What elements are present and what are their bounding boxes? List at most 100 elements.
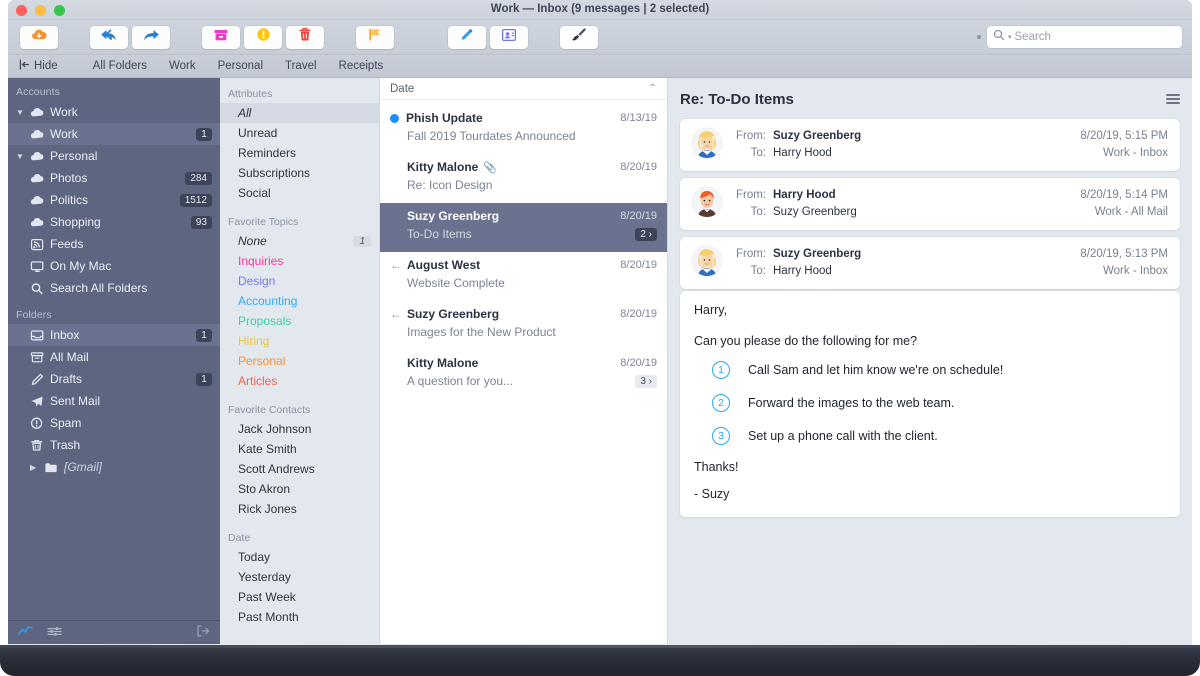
main-toolbar: ▾ Search bbox=[8, 20, 1192, 55]
sidebar-item-label: Work bbox=[50, 105, 220, 119]
junk-button[interactable] bbox=[244, 26, 282, 49]
sidebar-item-label: Sent Mail bbox=[50, 394, 220, 408]
topic-inquiries[interactable]: Inquiries bbox=[220, 251, 379, 271]
topic-articles[interactable]: Articles bbox=[220, 371, 379, 391]
sidebar-item-politics[interactable]: Politics1512 bbox=[8, 189, 220, 211]
sidebar-item-trash[interactable]: Trash bbox=[8, 434, 220, 456]
disclosure-triangle-down-icon[interactable]: ▼ bbox=[16, 152, 30, 161]
task-text: Call Sam and let him know we're on sched… bbox=[748, 363, 1003, 377]
get-mail-button[interactable] bbox=[20, 26, 58, 49]
date-filter-past-week[interactable]: Past Week bbox=[220, 587, 379, 607]
filter-label: Reminders bbox=[238, 146, 296, 160]
fav-item-receipts[interactable]: Receipts bbox=[328, 60, 395, 72]
topic-accounting[interactable]: Accounting bbox=[220, 291, 379, 311]
compose-button[interactable] bbox=[448, 26, 486, 49]
contacts-button[interactable] bbox=[490, 26, 528, 49]
date-filter-yesterday[interactable]: Yesterday bbox=[220, 567, 379, 587]
date-filter-today[interactable]: Today bbox=[220, 547, 379, 567]
fav-item-personal[interactable]: Personal bbox=[207, 60, 274, 72]
sidebar-item-inbox[interactable]: Inbox1 bbox=[8, 324, 220, 346]
attribute-reminders[interactable]: Reminders bbox=[220, 143, 379, 163]
attribute-all[interactable]: All bbox=[220, 103, 379, 123]
favorite-contacts-list: Jack JohnsonKate SmithScott AndrewsSto A… bbox=[220, 419, 379, 519]
filter-label: Social bbox=[238, 186, 271, 200]
contact-kate-smith[interactable]: Kate Smith bbox=[220, 439, 379, 459]
sliders-icon[interactable] bbox=[47, 624, 62, 642]
message-list-item[interactable]: Suzy Greenberg8/20/19To-Do Items2 › bbox=[380, 203, 667, 252]
brush-icon bbox=[571, 27, 587, 47]
fav-item-work[interactable]: Work bbox=[158, 60, 207, 72]
sidebar-item-search-all-folders[interactable]: Search All Folders bbox=[8, 277, 220, 299]
message-list-item[interactable]: Kitty Malone8/20/19A question for you...… bbox=[380, 350, 667, 399]
thread-count-badge[interactable]: 3 › bbox=[635, 375, 657, 388]
message-header-card[interactable]: From:Suzy GreenbergTo:Harry Hood8/20/19,… bbox=[680, 119, 1180, 171]
fav-item-travel[interactable]: Travel bbox=[274, 60, 328, 72]
topic-proposals[interactable]: Proposals bbox=[220, 311, 379, 331]
unread-count-badge: 1512 bbox=[180, 194, 212, 207]
message-list-item[interactable]: ←Suzy Greenberg8/20/19Images for the New… bbox=[380, 301, 667, 350]
sidebar-item-on-my-mac[interactable]: On My Mac bbox=[8, 255, 220, 277]
sidebar-item-work[interactable]: Work1 bbox=[8, 123, 220, 145]
contact-sto-akron[interactable]: Sto Akron bbox=[220, 479, 379, 499]
disclosure-triangle-right-icon[interactable]: ▶ bbox=[30, 463, 44, 472]
contact-rick-jones[interactable]: Rick Jones bbox=[220, 499, 379, 519]
chevron-up-icon[interactable]: ⌃ bbox=[649, 83, 657, 94]
reply-all-button[interactable] bbox=[90, 26, 128, 49]
topic-design[interactable]: Design bbox=[220, 271, 379, 291]
attribute-social[interactable]: Social bbox=[220, 183, 379, 203]
message-rows: Phish Update8/13/19Fall 2019 Tourdates A… bbox=[380, 100, 667, 399]
topic-personal[interactable]: Personal bbox=[220, 351, 379, 371]
attribute-subscriptions[interactable]: Subscriptions bbox=[220, 163, 379, 183]
to-label: To: bbox=[732, 145, 766, 162]
sidebar-item-feeds[interactable]: Feeds bbox=[8, 233, 220, 255]
sidebar-item-spam[interactable]: Spam bbox=[8, 412, 220, 434]
sidebar-item-all-mail[interactable]: All Mail bbox=[8, 346, 220, 368]
search-dropdown-chevron-icon[interactable]: ▾ bbox=[1008, 33, 1012, 41]
message-list-sort-header[interactable]: Date ⌃ bbox=[380, 78, 667, 100]
message-date: 8/20/19 bbox=[620, 161, 657, 173]
contact-jack-johnson[interactable]: Jack Johnson bbox=[220, 419, 379, 439]
flag-button[interactable] bbox=[356, 26, 394, 49]
message-subject: A question for you... bbox=[407, 374, 513, 388]
sidebar-item-work[interactable]: ▼ Work bbox=[8, 101, 220, 123]
message-headers: From:Suzy GreenbergTo:Harry Hood8/20/19,… bbox=[680, 119, 1180, 289]
forward-button[interactable] bbox=[132, 26, 170, 49]
message-list-item[interactable]: ←August West8/20/19Website Complete bbox=[380, 252, 667, 301]
sidebar-item-shopping[interactable]: Shopping93 bbox=[8, 211, 220, 233]
archive-box-icon bbox=[30, 351, 50, 364]
sidebar-item-personal[interactable]: ▼Personal bbox=[8, 145, 220, 167]
topic-none[interactable]: None1 bbox=[220, 231, 379, 251]
hamburger-menu-icon[interactable] bbox=[1166, 94, 1180, 104]
message-list-item[interactable]: Kitty Malone📎8/20/19Re: Icon Design bbox=[380, 154, 667, 203]
delete-button[interactable] bbox=[286, 26, 324, 49]
search-input[interactable]: ▾ Search bbox=[987, 26, 1182, 48]
logout-icon[interactable] bbox=[196, 624, 210, 642]
date-filter-list: TodayYesterdayPast WeekPast Month bbox=[220, 547, 379, 627]
topic-hiring[interactable]: Hiring bbox=[220, 331, 379, 351]
archive-button[interactable] bbox=[202, 26, 240, 49]
hide-sidebar-button[interactable]: Hide bbox=[18, 59, 58, 73]
cloud-icon bbox=[30, 106, 50, 119]
contact-scott-andrews[interactable]: Scott Andrews bbox=[220, 459, 379, 479]
sidebar-item-sent-mail[interactable]: Sent Mail bbox=[8, 390, 220, 412]
task-text: Forward the images to the web team. bbox=[748, 396, 954, 410]
date-filter-past-month[interactable]: Past Month bbox=[220, 607, 379, 627]
message-header-card[interactable]: From:Harry HoodTo:Suzy Greenberg8/20/19,… bbox=[680, 178, 1180, 230]
attributes-list: AllUnread Reminders Subscriptions Social bbox=[220, 103, 379, 203]
sidebar-item-drafts[interactable]: Drafts1 bbox=[8, 368, 220, 390]
cleanup-button[interactable] bbox=[560, 26, 598, 49]
recipient-name: Harry Hood bbox=[773, 145, 832, 162]
activity-graph-icon[interactable] bbox=[18, 624, 33, 642]
favorite-contacts-header: Favorite Contacts bbox=[220, 400, 379, 419]
attribute-unread[interactable]: Unread bbox=[220, 123, 379, 143]
sidebar-item-photos[interactable]: Photos284 bbox=[8, 167, 220, 189]
thread-count-badge[interactable]: 2 › bbox=[635, 228, 657, 241]
folder-icon bbox=[44, 461, 64, 474]
fav-item-all-folders[interactable]: All Folders bbox=[82, 60, 158, 72]
message-date: 8/20/19 bbox=[620, 357, 657, 369]
from-label: From: bbox=[732, 128, 766, 145]
message-list-item[interactable]: Phish Update8/13/19Fall 2019 Tourdates A… bbox=[380, 105, 667, 154]
disclosure-triangle-down-icon[interactable]: ▼ bbox=[16, 108, 30, 117]
sidebar-item-gmail[interactable]: ▶[Gmail] bbox=[8, 456, 220, 478]
message-header-card[interactable]: From:Suzy GreenbergTo:Harry Hood8/20/19,… bbox=[680, 237, 1180, 289]
